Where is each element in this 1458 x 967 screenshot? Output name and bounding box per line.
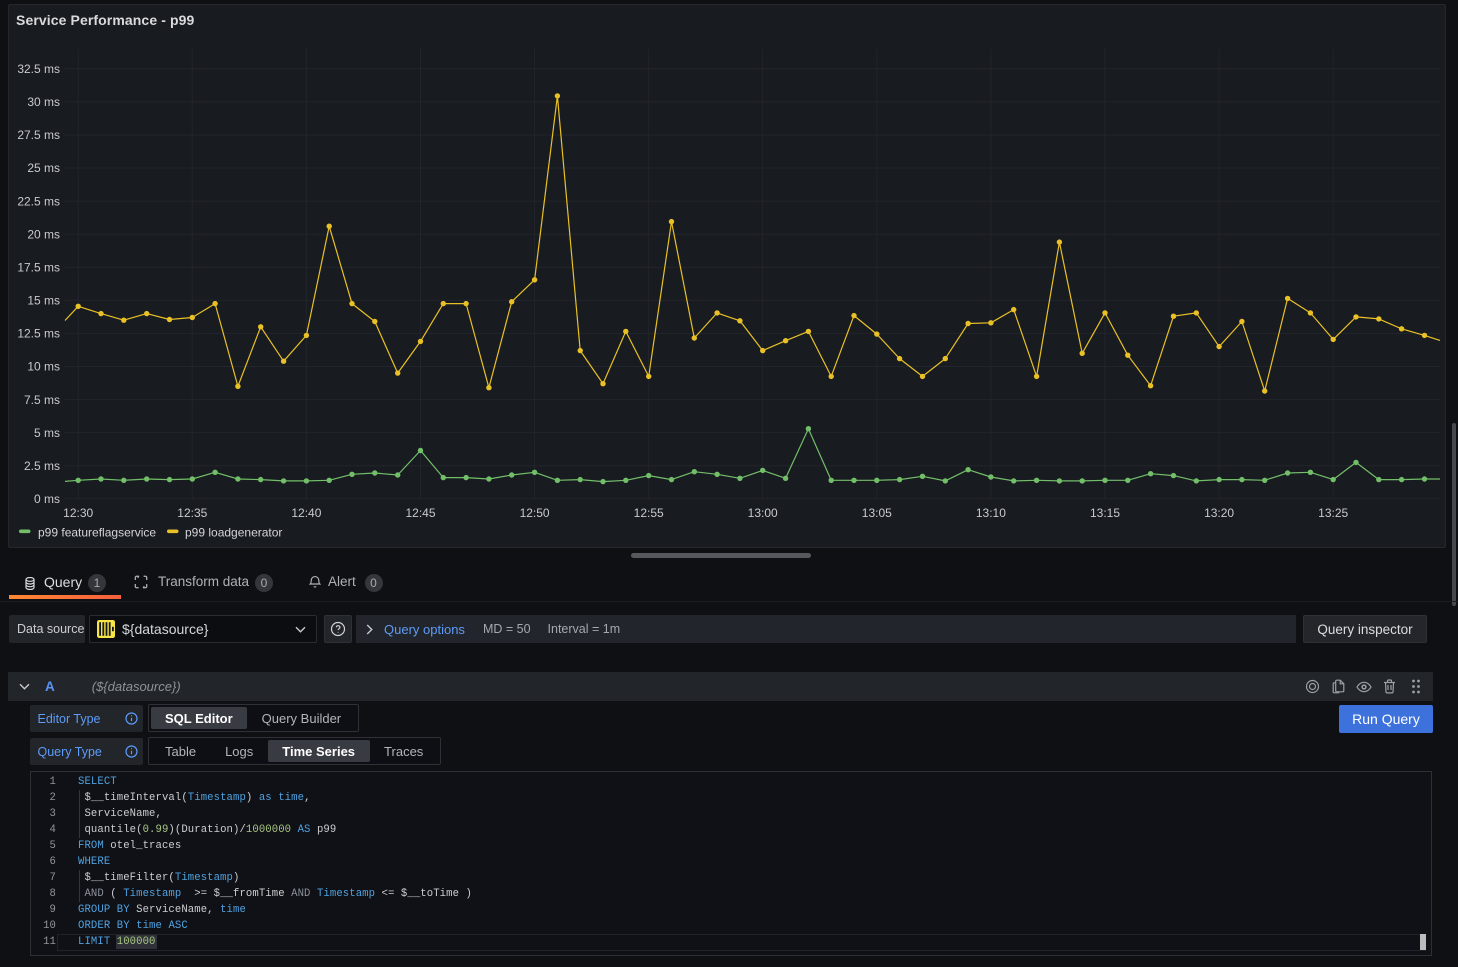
svg-text:27.5 ms: 27.5 ms <box>17 128 60 142</box>
svg-text:12:50: 12:50 <box>520 506 550 520</box>
svg-text:25 ms: 25 ms <box>27 161 60 175</box>
svg-text:13:15: 13:15 <box>1090 506 1120 520</box>
svg-text:32.5 ms: 32.5 ms <box>17 62 60 76</box>
svg-text:5 ms: 5 ms <box>34 426 60 440</box>
svg-text:p99 featureflagservice: p99 featureflagservice <box>38 526 156 540</box>
svg-text:12:55: 12:55 <box>634 506 664 520</box>
svg-text:12:45: 12:45 <box>405 506 435 520</box>
svg-text:13:00: 13:00 <box>748 506 778 520</box>
svg-text:p99 loadgenerator: p99 loadgenerator <box>185 526 282 540</box>
svg-text:12:35: 12:35 <box>177 506 207 520</box>
svg-text:13:10: 13:10 <box>976 506 1006 520</box>
svg-text:13:20: 13:20 <box>1204 506 1234 520</box>
svg-text:12:40: 12:40 <box>291 506 321 520</box>
svg-text:12.5 ms: 12.5 ms <box>17 327 60 341</box>
svg-text:12:30: 12:30 <box>63 506 93 520</box>
svg-text:10 ms: 10 ms <box>27 360 60 374</box>
svg-text:17.5 ms: 17.5 ms <box>17 261 60 275</box>
svg-text:20 ms: 20 ms <box>27 227 60 241</box>
svg-text:15 ms: 15 ms <box>27 294 60 308</box>
svg-text:0 ms: 0 ms <box>34 492 60 506</box>
svg-text:22.5 ms: 22.5 ms <box>17 194 60 208</box>
svg-text:2.5 ms: 2.5 ms <box>24 459 60 473</box>
svg-text:13:05: 13:05 <box>862 506 892 520</box>
svg-text:13:25: 13:25 <box>1318 506 1348 520</box>
svg-text:30 ms: 30 ms <box>27 95 60 109</box>
svg-text:7.5 ms: 7.5 ms <box>24 393 60 407</box>
